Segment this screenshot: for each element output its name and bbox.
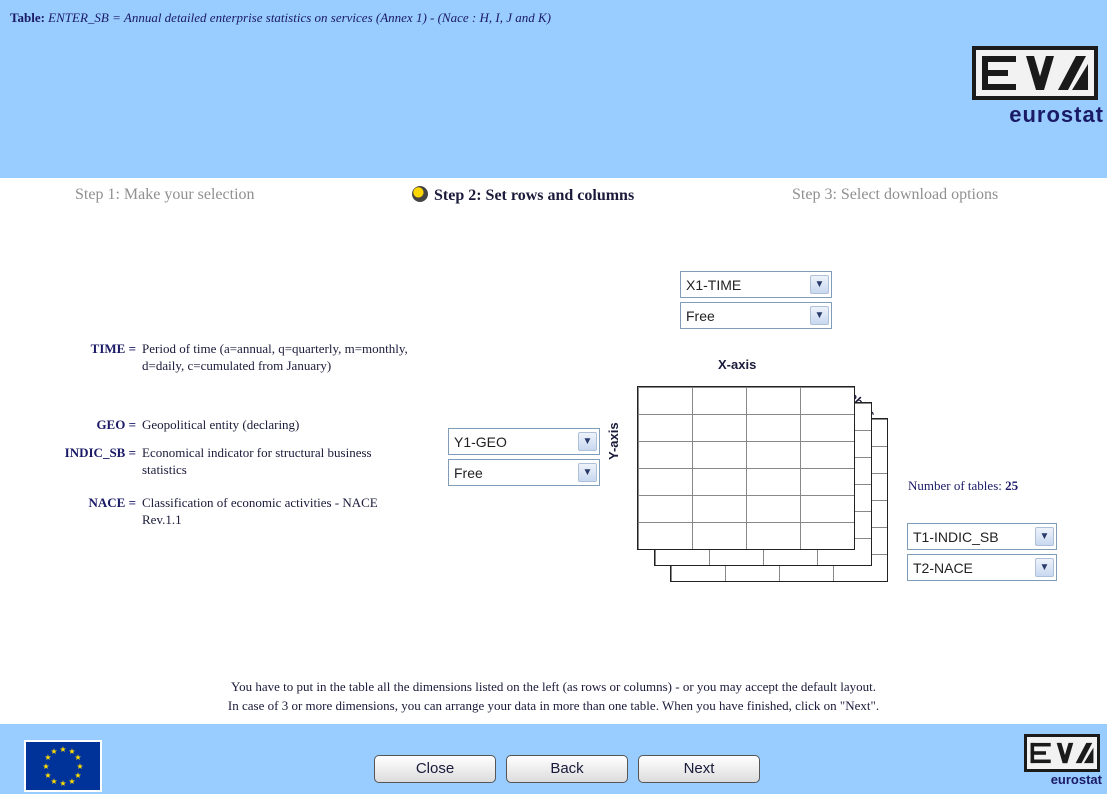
- wizard-steps: Step 1: Make your selection Step 2: Set …: [0, 186, 1107, 210]
- table-title-text: ENTER_SB = Annual detailed enterprise st…: [48, 10, 551, 25]
- chevron-down-icon[interactable]: ▼: [810, 306, 829, 325]
- instructions-line-1: You have to put in the table all the dim…: [231, 679, 876, 694]
- svg-text:★: ★: [68, 777, 75, 786]
- y-free-select-value: Free: [454, 465, 483, 481]
- step-3-link[interactable]: Step 3: Select download options: [792, 186, 998, 204]
- footer-bar: ★ ★ ★ ★ ★ ★ ★ ★ ★ ★ ★ ★ Close Back Next: [0, 724, 1107, 794]
- dimension-key: INDIC_SB =: [64, 445, 136, 460]
- chevron-down-icon[interactable]: ▼: [578, 432, 597, 451]
- eu-stars: ★ ★ ★ ★ ★ ★ ★ ★ ★ ★ ★ ★: [42, 745, 83, 788]
- dimension-desc: Period of time (a=annual, q=quarterly, m…: [142, 341, 408, 373]
- header-banner: Table: ENTER_SB = Annual detailed enterp…: [0, 0, 1107, 178]
- next-button[interactable]: Next: [638, 755, 760, 783]
- t2-select[interactable]: T2-NACE ▼: [907, 554, 1057, 581]
- chevron-down-icon[interactable]: ▼: [1035, 558, 1054, 577]
- eurostat-logo-mark: [972, 46, 1098, 100]
- svg-text:★: ★: [44, 771, 51, 780]
- eurostat-logo-small-text: eurostat: [1050, 772, 1102, 787]
- step-1-link[interactable]: Step 1: Make your selection: [75, 186, 255, 204]
- svg-text:★: ★: [50, 747, 57, 756]
- y-axis-label: Y-axis: [606, 422, 621, 460]
- eurostat-logo-small-mark: [1024, 734, 1100, 772]
- x1-select-value: X1-TIME: [686, 277, 742, 293]
- x-free-select-value: Free: [686, 308, 715, 324]
- instructions-text: You have to put in the table all the dim…: [0, 677, 1107, 715]
- eu-flag-icon: ★ ★ ★ ★ ★ ★ ★ ★ ★ ★ ★ ★: [24, 740, 102, 792]
- dimension-desc: Classification of economic activities - …: [142, 495, 378, 527]
- dimension-desc: Economical indicator for structural busi…: [142, 445, 372, 477]
- svg-text:★: ★: [59, 779, 66, 788]
- eurostat-logo-glyph: [982, 56, 1088, 90]
- table-grid-front: [637, 386, 855, 550]
- dimension-key: GEO =: [96, 417, 136, 432]
- t1-select-value: T1-INDIC_SB: [913, 529, 999, 545]
- back-button[interactable]: Back: [506, 755, 628, 783]
- instructions-line-2: In case of 3 or more dimensions, you can…: [227, 698, 880, 713]
- chevron-down-icon[interactable]: ▼: [1035, 527, 1054, 546]
- step-active-icon: [412, 186, 428, 202]
- svg-text:★: ★: [76, 762, 83, 771]
- y1-select[interactable]: Y1-GEO ▼: [448, 428, 600, 455]
- step-2-current: Step 2: Set rows and columns: [412, 186, 634, 205]
- table-title: Table: ENTER_SB = Annual detailed enterp…: [10, 10, 551, 26]
- x-axis-label: X-axis: [718, 357, 757, 372]
- number-of-tables-label: Number of tables:: [908, 478, 1002, 493]
- step-2-label: Step 2: Set rows and columns: [434, 187, 635, 204]
- close-button[interactable]: Close: [374, 755, 496, 783]
- eurostat-logo-text: eurostat: [1009, 102, 1104, 127]
- x1-select[interactable]: X1-TIME ▼: [680, 271, 832, 298]
- eurostat-logo-small: eurostat: [1022, 734, 1102, 792]
- number-of-tables-value: 25: [1005, 478, 1019, 493]
- x-free-select[interactable]: Free ▼: [680, 302, 832, 329]
- svg-text:★: ★: [59, 745, 66, 754]
- table-title-prefix: Table:: [10, 10, 45, 25]
- chevron-down-icon[interactable]: ▼: [578, 463, 597, 482]
- eurostat-logo-small-glyph: [1030, 742, 1094, 764]
- chevron-down-icon[interactable]: ▼: [810, 275, 829, 294]
- svg-text:★: ★: [74, 753, 81, 762]
- dimension-desc: Geopolitical entity (declaring): [142, 417, 300, 432]
- grid-lines: [638, 387, 854, 549]
- eurostat-logo: eurostat: [964, 46, 1104, 138]
- y-free-select[interactable]: Free ▼: [448, 459, 600, 486]
- t1-select[interactable]: T1-INDIC_SB ▼: [907, 523, 1057, 550]
- dimension-key: NACE =: [88, 495, 137, 510]
- t2-select-value: T2-NACE: [913, 560, 973, 576]
- dimension-key: TIME =: [90, 341, 136, 356]
- y1-select-value: Y1-GEO: [454, 434, 507, 450]
- svg-text:★: ★: [42, 762, 49, 771]
- number-of-tables: Number of tables: 25: [908, 478, 1018, 494]
